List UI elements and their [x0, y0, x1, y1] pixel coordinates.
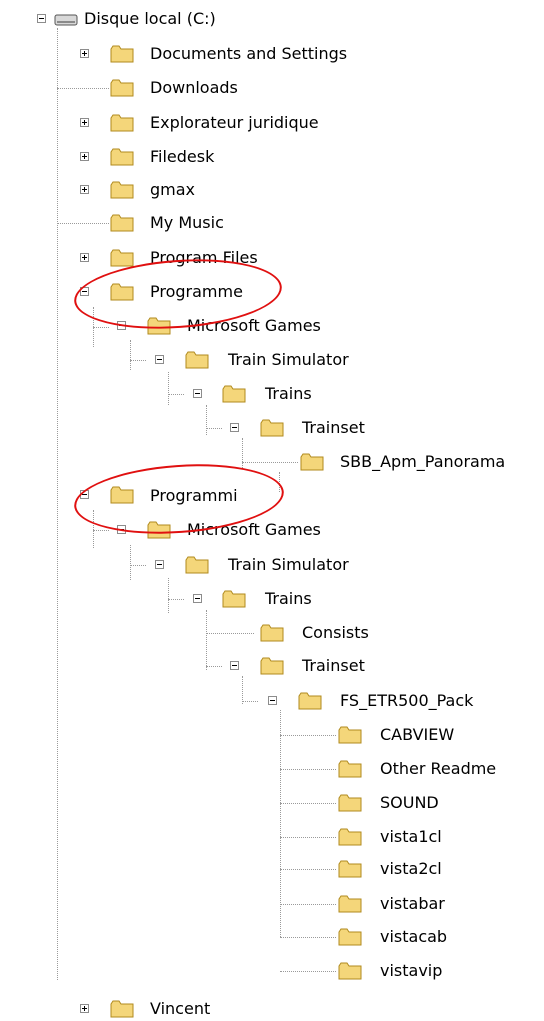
folder-tree: Disque local (C:) Documents and Settings…	[0, 0, 544, 1021]
folder-icon	[110, 249, 134, 267]
expand-toggle[interactable]	[80, 49, 89, 58]
tree-node-label[interactable]: SBB_Apm_Panorama	[340, 452, 505, 472]
tree-line	[242, 438, 243, 468]
tree-node-label[interactable]: Downloads	[150, 78, 238, 98]
tree-line	[280, 769, 336, 770]
collapse-toggle[interactable]	[193, 389, 202, 398]
collapse-toggle[interactable]	[155, 355, 164, 364]
folder-icon	[185, 556, 209, 574]
tree-node-label[interactable]: Trainset	[302, 418, 365, 438]
tree-node-label[interactable]: vista2cl	[380, 859, 442, 879]
tree-line	[130, 340, 131, 370]
folder-icon	[338, 794, 362, 812]
tree-line	[280, 904, 336, 905]
tree-node-label[interactable]: Filedesk	[150, 147, 214, 167]
expand-toggle[interactable]	[80, 253, 89, 262]
expand-toggle[interactable]	[80, 1004, 89, 1013]
tree-line	[280, 710, 281, 937]
hard-drive-icon	[54, 14, 78, 26]
folder-icon	[338, 928, 362, 946]
tree-line	[280, 937, 336, 938]
folder-icon	[260, 624, 284, 642]
collapse-toggle[interactable]	[230, 423, 239, 432]
tree-line	[57, 28, 58, 980]
tree-node-label[interactable]: vistabar	[380, 894, 445, 914]
tree-node-label[interactable]: Consists	[302, 623, 369, 643]
folder-icon	[110, 181, 134, 199]
tree-line	[206, 633, 254, 634]
folder-icon	[110, 45, 134, 63]
tree-node-label[interactable]: CABVIEW	[380, 725, 454, 745]
collapse-toggle[interactable]	[193, 594, 202, 603]
tree-node-label[interactable]: Disque local (C:)	[84, 9, 216, 29]
tree-line	[280, 971, 336, 972]
folder-icon	[222, 385, 246, 403]
folder-icon	[110, 214, 134, 232]
tree-line	[130, 545, 131, 580]
tree-line	[280, 837, 336, 838]
folder-icon	[110, 79, 134, 97]
folder-icon	[110, 114, 134, 132]
collapse-toggle[interactable]	[268, 696, 277, 705]
folder-icon	[260, 419, 284, 437]
tree-line	[242, 701, 258, 702]
tree-line	[130, 360, 146, 361]
tree-line	[206, 428, 222, 429]
folder-icon	[338, 828, 362, 846]
tree-node-label[interactable]: gmax	[150, 180, 195, 200]
tree-line	[280, 735, 336, 736]
tree-line	[57, 223, 109, 224]
tree-node-label[interactable]: Vincent	[150, 999, 210, 1019]
tree-node-label[interactable]: Trains	[265, 384, 312, 404]
folder-icon	[338, 860, 362, 878]
tree-node-label[interactable]: vista1cl	[380, 827, 442, 847]
tree-node-label[interactable]: FS_ETR500_Pack	[340, 691, 473, 711]
tree-node-label[interactable]: Trainset	[302, 656, 365, 676]
folder-icon	[338, 962, 362, 980]
expand-toggle[interactable]	[80, 118, 89, 127]
tree-line	[206, 610, 207, 670]
collapse-toggle[interactable]	[37, 14, 46, 23]
tree-line	[280, 869, 336, 870]
tree-node-label[interactable]: Train Simulator	[228, 555, 349, 575]
tree-node-label[interactable]: Trains	[265, 589, 312, 609]
collapse-toggle[interactable]	[230, 661, 239, 670]
folder-icon	[298, 692, 322, 710]
folder-icon	[300, 453, 324, 471]
tree-node-label[interactable]: My Music	[150, 213, 224, 233]
tree-line	[93, 530, 109, 531]
tree-line	[57, 88, 109, 89]
tree-line	[206, 666, 222, 667]
tree-node-label[interactable]: SOUND	[380, 793, 439, 813]
folder-icon	[338, 760, 362, 778]
tree-line	[130, 565, 146, 566]
tree-line	[280, 803, 336, 804]
tree-line	[206, 405, 207, 435]
collapse-toggle[interactable]	[155, 560, 164, 569]
tree-node-label[interactable]: Explorateur juridique	[150, 113, 319, 133]
folder-icon	[338, 726, 362, 744]
tree-line	[168, 394, 184, 395]
tree-line	[168, 599, 184, 600]
folder-icon	[222, 590, 246, 608]
folder-icon	[185, 351, 209, 369]
folder-icon	[338, 895, 362, 913]
tree-node-label[interactable]: vistavip	[380, 961, 442, 981]
folder-icon	[110, 148, 134, 166]
tree-line	[242, 462, 298, 463]
tree-line	[242, 676, 243, 704]
tree-line	[93, 327, 109, 328]
tree-node-label[interactable]: Other Readme	[380, 759, 496, 779]
tree-node-label[interactable]: vistacab	[380, 927, 447, 947]
tree-line	[168, 372, 169, 405]
tree-node-label[interactable]: Documents and Settings	[150, 44, 347, 64]
expand-toggle[interactable]	[80, 152, 89, 161]
expand-toggle[interactable]	[80, 185, 89, 194]
tree-node-label[interactable]: Train Simulator	[228, 350, 349, 370]
folder-icon	[260, 657, 284, 675]
tree-line	[168, 578, 169, 613]
folder-icon	[110, 1000, 134, 1018]
